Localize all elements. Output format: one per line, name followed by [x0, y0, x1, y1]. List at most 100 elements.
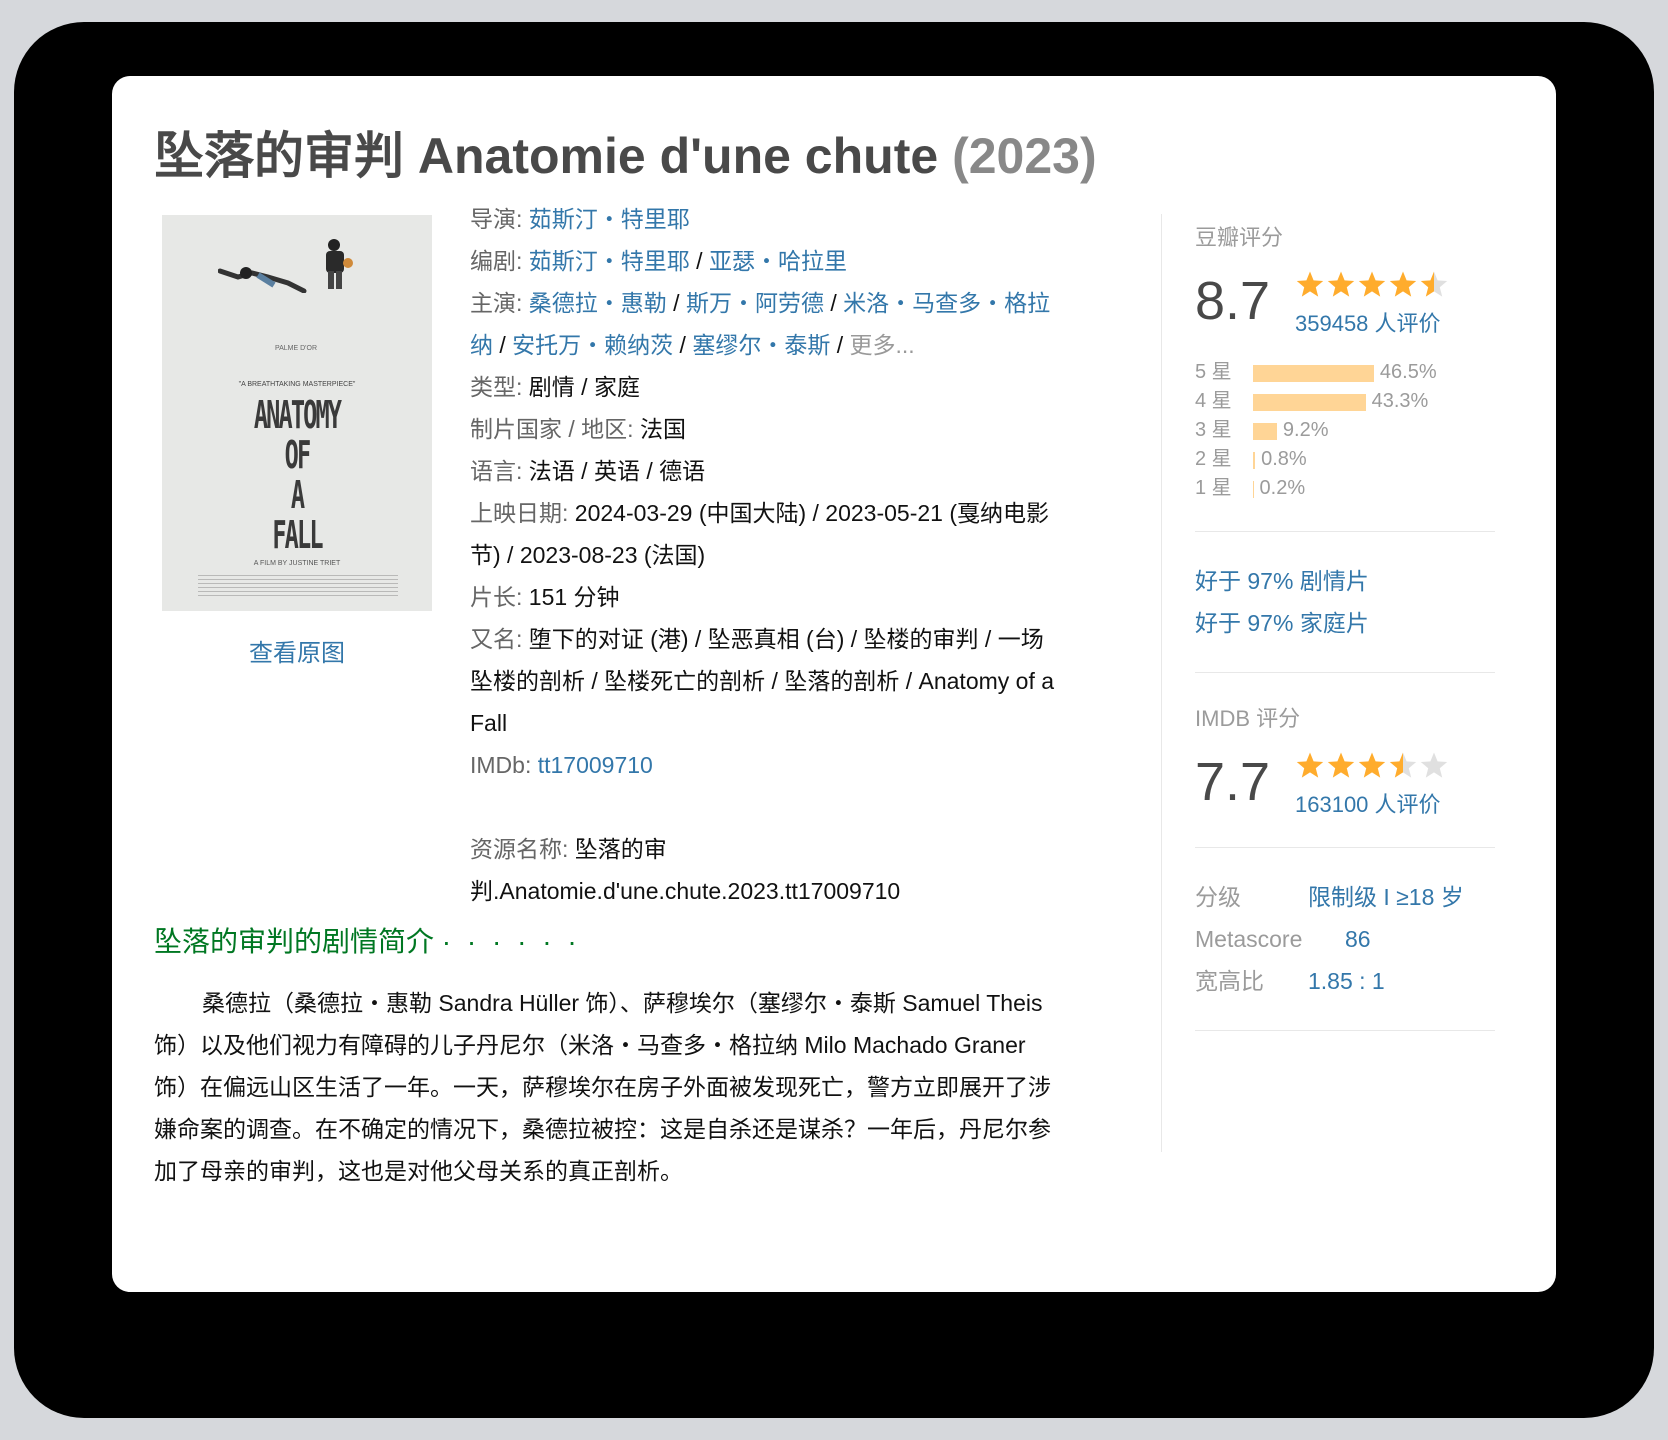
poster-title: ANATOMY OF A FALL — [213, 395, 380, 555]
info-country: 制片国家 / 地区: 法国 — [470, 416, 686, 442]
better-than-percent[interactable]: 97% — [1247, 568, 1293, 594]
rating-distribution: 5 星 46.5% 4 星 43.3% 3 星 9.2% 2 星 0.8% 1 星 0.2% — [1195, 358, 1495, 503]
star-icon — [1296, 271, 1324, 297]
star-icon — [1327, 752, 1355, 778]
info-writers: 编剧: 茹斯汀・特里耶 / 亚瑟・哈拉里 — [470, 248, 847, 274]
view-original-link[interactable]: 查看原图 — [162, 633, 432, 668]
rating-bar-fill — [1253, 365, 1374, 382]
aka-value: 堕下的对证 (港) / 坠恶真相 (台) / 坠楼的审判 / 一场 — [528, 626, 1044, 652]
imdb-score-row: 7.7 163100 人评价 — [1195, 745, 1495, 819]
douban-rating-count[interactable]: 359458 人评价 — [1295, 306, 1441, 338]
genre-value: 剧情 / 家庭 — [528, 374, 640, 400]
cast-link[interactable]: 纳 — [470, 332, 493, 358]
release-value-cont: 节) / 2023-08-23 (法国) — [470, 542, 706, 568]
page-title: 坠落的审判 Anatomie d'une chute (2023) — [154, 116, 1097, 188]
imdb-link[interactable]: tt17009710 — [538, 752, 653, 778]
rating-bar-row: 5 星 46.5% — [1195, 358, 1495, 387]
star-icon — [1389, 752, 1417, 778]
rating-bar-percent: 46.5% — [1379, 361, 1437, 383]
meta-metascore: Metascore 86 — [1195, 918, 1495, 960]
poster-palme-text: PALME D'OR — [274, 345, 318, 352]
more-cast-link[interactable]: 更多... — [850, 332, 915, 358]
resource-value-cont: 判.Anatomie.d'une.chute.2023.tt17009710 — [470, 878, 901, 904]
rating-bar-label: 3 星 — [1195, 419, 1232, 441]
rating-bar-label: 4 星 — [1195, 390, 1232, 412]
movie-card: 坠落的审判 Anatomie d'une chute (2023) PALME … — [112, 76, 1556, 1292]
poster-quote: "A BREATHTAKING MASTERPIECE" — [238, 381, 356, 388]
star-icon — [1420, 752, 1448, 778]
cast-label: 主演 — [470, 290, 516, 316]
divider — [1195, 1030, 1495, 1031]
star-icon — [1358, 271, 1386, 297]
divider — [1195, 672, 1495, 673]
cast-link[interactable]: 塞缪尔・泰斯 — [692, 332, 830, 358]
better-than-drama[interactable]: 好于 97% 剧情片 — [1195, 560, 1495, 602]
rating-bar-row: 4 星 43.3% — [1195, 387, 1495, 416]
metascore-value: 86 — [1345, 926, 1371, 952]
writers-label: 编剧 — [470, 248, 516, 274]
aspect-value: 1.85 : 1 — [1308, 968, 1385, 994]
divider — [1195, 847, 1495, 848]
writer-link[interactable]: 茹斯汀・特里耶 — [529, 248, 690, 274]
language-value: 法语 / 英语 / 德语 — [528, 458, 706, 484]
better-than-genre[interactable]: 家庭片 — [1293, 610, 1369, 636]
resource-label: 资源名称 — [470, 836, 562, 862]
poster-title-line: FALL — [272, 513, 323, 557]
aspect-label: 宽高比 — [1195, 968, 1264, 994]
runtime-label: 片长 — [470, 584, 516, 610]
aka-value-cont: Fall — [470, 710, 508, 736]
aka-label: 又名 — [470, 626, 516, 652]
douban-stars — [1295, 270, 1450, 300]
release-label: 上映日期 — [470, 500, 562, 526]
rating-sidebar: 豆瓣评分 8.7 359458 人评价 5 星 46.5% 4 星 43.3% 3 星 9… — [1195, 220, 1495, 1059]
rating-bar-fill — [1253, 481, 1254, 498]
writer-link[interactable]: 亚瑟・哈拉里 — [709, 248, 847, 274]
rating-bar-fill — [1253, 394, 1366, 411]
rating-bar-percent: 9.2% — [1282, 419, 1329, 441]
rating-value: 限制级 I ≥18 岁 — [1308, 884, 1464, 910]
poster-figure-standing — [326, 239, 353, 289]
poster-credit: A FILM BY JUSTINE TRIET — [253, 560, 341, 567]
rating-bar-percent: 43.3% — [1371, 390, 1429, 412]
imdb-rating-count[interactable]: 163100 人评价 — [1295, 787, 1441, 819]
rating-bar-percent: 0.2% — [1259, 477, 1306, 499]
meta-rating: 分级 限制级 I ≥18 岁 — [1195, 876, 1495, 918]
director-link[interactable]: 茹斯汀・特里耶 — [529, 206, 690, 232]
poster-figure-lying — [218, 267, 307, 293]
director-label: 导演 — [470, 206, 516, 232]
summary-heading-dots: · · · · · · — [441, 926, 581, 957]
star-icon — [1358, 752, 1386, 778]
info-runtime: 片长: 151 分钟 — [470, 584, 620, 610]
better-than-genre[interactable]: 剧情片 — [1293, 568, 1369, 594]
rating-bar-fill — [1253, 452, 1256, 469]
better-than-percent[interactable]: 97% — [1247, 610, 1293, 636]
movie-info: 导演: 茹斯汀・特里耶 编剧: 茹斯汀・特里耶 / 亚瑟・哈拉里 主演: 桑德拉… — [470, 198, 1110, 912]
info-aka: 又名: 堕下的对证 (港) / 坠恶真相 (台) / 坠楼的审判 / 一场 坠楼的… — [470, 626, 1055, 736]
douban-rating-label: 豆瓣评分 — [1195, 225, 1284, 250]
cast-link[interactable]: 桑德拉・惠勒 — [529, 290, 667, 316]
star-icon — [1296, 752, 1324, 778]
summary-text: 桑德拉（桑德拉・惠勒 Sandra Hüller 饰）、萨穆埃尔（塞缪尔・泰斯 … — [154, 990, 1051, 1184]
better-than-family[interactable]: 好于 97% 家庭片 — [1195, 602, 1495, 644]
rating-bar-row: 3 星 9.2% — [1195, 416, 1495, 445]
cast-link[interactable]: 斯万・阿劳德 — [686, 290, 824, 316]
cast-link[interactable]: 安托万・赖纳茨 — [512, 332, 673, 358]
aka-value-cont: 坠楼的剖析 / 坠楼死亡的剖析 / 坠落的剖析 / Anatomy of a — [470, 668, 1055, 694]
imdb-rating-label: IMDB 评分 — [1195, 706, 1301, 731]
genre-label: 类型 — [470, 374, 516, 400]
poster-image[interactable]: PALME D'OR "A BREATHTAKING MASTERPIECE" … — [162, 215, 432, 611]
douban-score: 8.7 — [1195, 271, 1271, 331]
info-language: 语言: 法语 / 英语 / 德语 — [470, 458, 706, 484]
star-icon — [1420, 271, 1448, 297]
runtime-value: 151 分钟 — [528, 584, 620, 610]
resource-value: 坠落的审 — [574, 836, 667, 862]
rating-bar-label: 5 星 — [1195, 361, 1232, 383]
release-value: 2024-03-29 (中国大陆) / 2023-05-21 (戛纳电影 — [574, 500, 1050, 526]
cast-link[interactable]: 米洛・马查多・格拉 — [843, 290, 1050, 316]
douban-score-row: 8.7 359458 人评价 — [1195, 264, 1495, 338]
summary-heading: 坠落的审判的剧情简介 · · · · · · — [154, 920, 581, 960]
star-icon — [1389, 271, 1417, 297]
poster-title-line: OF — [284, 433, 312, 477]
rating-bar-row: 1 星 0.2% — [1195, 474, 1495, 503]
poster-title-line: A — [290, 473, 305, 517]
